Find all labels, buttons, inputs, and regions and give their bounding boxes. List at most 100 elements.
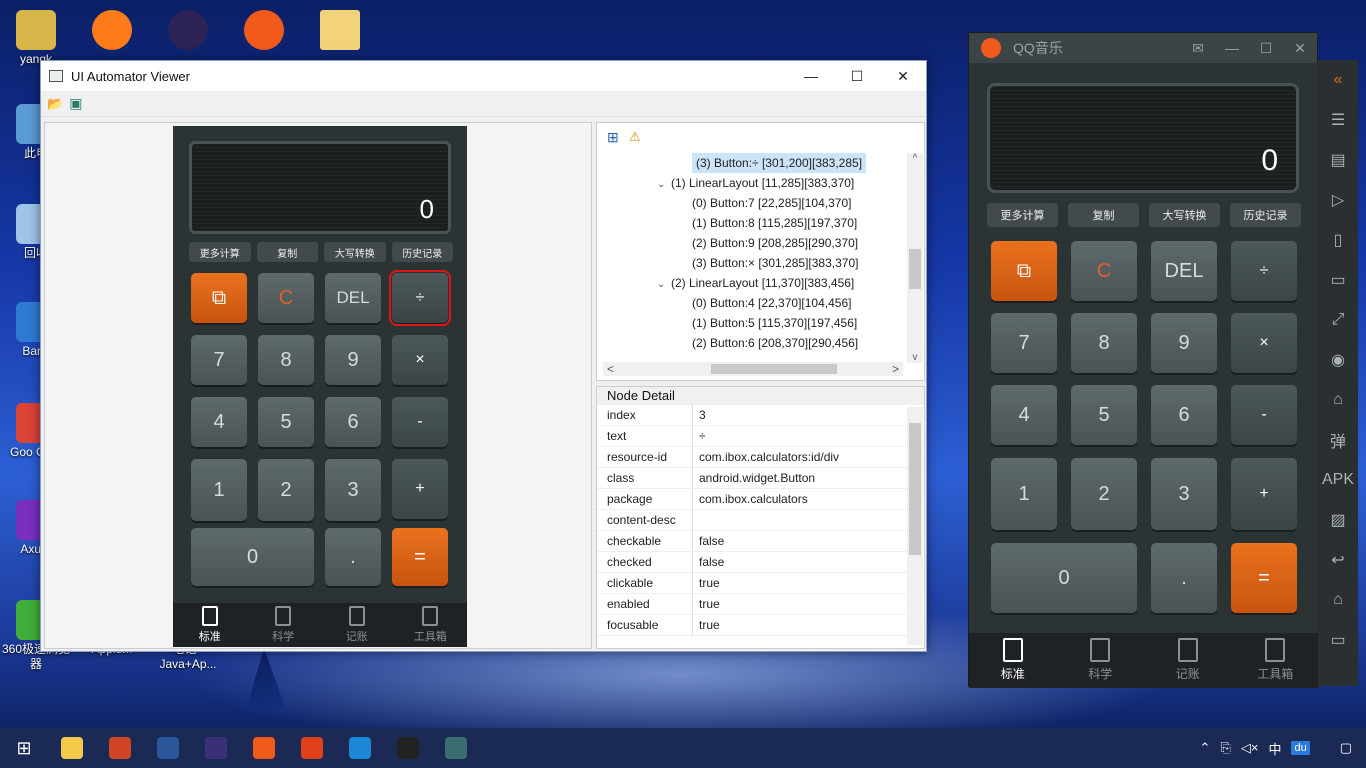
minus-button[interactable]: - (392, 397, 448, 447)
scroll-up-arrow[interactable]: ^ (907, 153, 923, 167)
tab-standard[interactable]: 标准 (173, 603, 247, 647)
network-icon[interactable]: ⎘ (1220, 740, 1230, 756)
digit-2-button[interactable]: 2 (258, 459, 314, 521)
volume-icon[interactable]: ◁× (1241, 740, 1259, 756)
digit-1-button[interactable]: 1 (991, 458, 1057, 530)
detail-row[interactable]: resource-id com.ibox.calculators:id/div (597, 447, 924, 468)
digit-6-button[interactable]: 6 (1151, 385, 1217, 445)
ime-indicator[interactable]: 中 (1268, 739, 1281, 758)
qq-minimize-button[interactable]: — (1215, 40, 1249, 56)
tab-standard[interactable]: 标准 (969, 633, 1057, 688)
digit-8-button[interactable]: 8 (258, 335, 314, 385)
tree-node[interactable]: (0) Button:4 [22,370][104,456] (692, 293, 851, 313)
detail-row[interactable]: text ÷ (597, 426, 924, 447)
divide-button[interactable]: ÷ (1231, 241, 1297, 301)
detail-row[interactable]: index 3 (597, 405, 924, 426)
digit-0-button[interactable]: 0 (991, 543, 1137, 613)
taskbar-eclipse[interactable] (192, 728, 240, 768)
digit-5-button[interactable]: 5 (258, 397, 314, 447)
tray-expand-icon[interactable]: ⌃ (1200, 740, 1211, 756)
tree-node[interactable]: (3) Button:× [301,285][383,370] (692, 253, 858, 273)
open-folder-icon[interactable]: 📂 (47, 96, 63, 112)
tab-science[interactable]: 科学 (247, 603, 321, 647)
tree-hscroll-thumb[interactable] (711, 364, 837, 374)
taskbar-app-g[interactable] (240, 728, 288, 768)
digit-5-button[interactable]: 5 (1071, 385, 1137, 445)
digit-6-button[interactable]: 6 (325, 397, 381, 447)
clear-button[interactable]: C (258, 273, 314, 323)
firefox-icon[interactable] (76, 10, 148, 52)
qq-side-tool[interactable]: APK (1318, 460, 1358, 500)
qq-side-tool[interactable]: « (1318, 60, 1358, 100)
eclipse-icon[interactable] (152, 10, 224, 52)
screenshot-pane[interactable]: 0 更多计算 复制 大写转换 历史记录 ⧉ C DEL ÷ 7 8 9 × 4 5 6- 1 2 3 +0.… (44, 122, 592, 649)
digit-0-button[interactable]: 0 (191, 528, 314, 586)
more-calc-button[interactable]: 更多计算 (987, 203, 1058, 227)
tree-node[interactable]: (1) Button:5 [115,370][197,456] (692, 313, 857, 333)
taskbar-uia[interactable] (432, 728, 480, 768)
copy-button[interactable]: 复制 (1068, 203, 1139, 227)
tree-node[interactable]: (2) Button:9 [208,285][290,370] (692, 233, 858, 253)
tree-node[interactable]: ⌄ (1) LinearLayout [11,285][383,370] (657, 173, 854, 193)
taskbar-word[interactable] (144, 728, 192, 768)
tab-accounting[interactable]: 记账 (320, 603, 394, 647)
detail-row[interactable]: checked false (597, 552, 924, 573)
plus-button[interactable]: + (1231, 458, 1297, 530)
tab-accounting[interactable]: 记账 (1144, 633, 1232, 688)
collapse-toggle-icon[interactable]: ⌄ (657, 175, 671, 195)
detail-row[interactable]: checkable false (597, 531, 924, 552)
minimize-button[interactable]: — (788, 61, 834, 91)
uppercase-button[interactable]: 大写转换 (324, 242, 386, 262)
maximize-button[interactable]: ☐ (834, 61, 880, 91)
qq-side-tool[interactable]: ▭ (1318, 260, 1358, 300)
digit-2-button[interactable]: 2 (1071, 458, 1137, 530)
qq-side-tool[interactable]: 弹 (1318, 420, 1358, 460)
detail-row[interactable]: class android.widget.Button (597, 468, 924, 489)
qq-side-tool[interactable]: ▤ (1318, 140, 1358, 180)
qq-side-tool[interactable]: ◉ (1318, 340, 1358, 380)
copy-button[interactable]: 复制 (256, 242, 318, 262)
tab-science[interactable]: 科学 (1057, 633, 1145, 688)
tree-node[interactable]: (1) Button:8 [115,285][197,370] (692, 213, 857, 233)
detail-row[interactable]: package com.ibox.calculators (597, 489, 924, 510)
taskbar-explorer[interactable] (48, 728, 96, 768)
clear-button[interactable]: C (1071, 241, 1137, 301)
digit-3-button[interactable]: 3 (325, 459, 381, 521)
history-button[interactable]: 历史记录 (391, 242, 453, 262)
qq-side-tool[interactable]: ▯ (1318, 220, 1358, 260)
uppercase-button[interactable]: 大写转换 (1149, 203, 1220, 227)
taskbar-terminal[interactable] (384, 728, 432, 768)
qq-mail-icon[interactable]: ✉ (1181, 40, 1215, 57)
tree-node[interactable]: (0) Button:7 [22,285][104,370] (692, 193, 851, 213)
equals-button[interactable]: = (1231, 543, 1297, 613)
tab-toolbox[interactable]: 工具箱 (394, 603, 468, 647)
multiply-button[interactable]: × (1231, 313, 1297, 373)
minus-button[interactable]: - (1231, 385, 1297, 445)
app-g-icon[interactable] (228, 10, 300, 52)
close-button[interactable]: ✕ (880, 61, 926, 91)
warning-icon[interactable]: ⚠ (629, 129, 641, 145)
taskbar-app-g2[interactable] (288, 728, 336, 768)
expand-all-icon[interactable]: ⊞ (607, 129, 619, 146)
qq-side-tool[interactable]: ⤢ (1318, 300, 1358, 340)
device-screenshot[interactable]: 0 更多计算 复制 大写转换 历史记录 ⧉ C DEL ÷ 7 8 9 × 4 5 6- 1 2 3 +0.… (173, 126, 467, 647)
plus-button[interactable]: + (392, 459, 448, 519)
scroll-down-arrow[interactable]: v (907, 352, 923, 363)
equals-button[interactable]: = (392, 528, 448, 586)
more-calc-button[interactable]: 更多计算 (189, 242, 251, 262)
qq-calculator[interactable]: 0 更多计算 复制 大写转换 历史记录 ⧉ C DEL ÷ 7 8 9 × 4 5 6- 1 2 3 +0.… (969, 63, 1319, 633)
taskbar-powerpoint[interactable] (96, 728, 144, 768)
taskbar-edge[interactable] (336, 728, 384, 768)
history-button[interactable]: 历史记录 (1230, 203, 1301, 227)
qq-side-tool[interactable]: ⌂ (1318, 580, 1358, 620)
qq-close-button[interactable]: ✕ (1283, 40, 1317, 57)
qq-side-tool[interactable]: ▷ (1318, 180, 1358, 220)
qq-side-tool[interactable]: ▭ (1318, 620, 1358, 660)
detail-scroll-thumb[interactable] (909, 423, 921, 555)
detail-row[interactable]: enabled true (597, 594, 924, 615)
decimal-point-button[interactable]: . (1151, 543, 1217, 613)
clipboard-button[interactable]: ⧉ (191, 273, 247, 323)
tree-scroll-thumb[interactable] (909, 249, 921, 289)
tree-scrollbar-vertical[interactable]: ^ v (907, 153, 923, 363)
digit-3-button[interactable]: 3 (1151, 458, 1217, 530)
